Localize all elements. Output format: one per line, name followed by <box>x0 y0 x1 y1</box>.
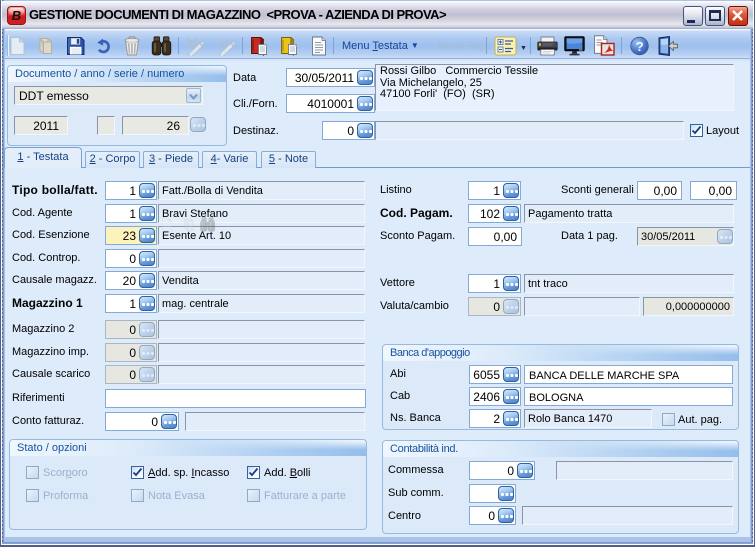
svg-text:?: ? <box>636 39 644 54</box>
